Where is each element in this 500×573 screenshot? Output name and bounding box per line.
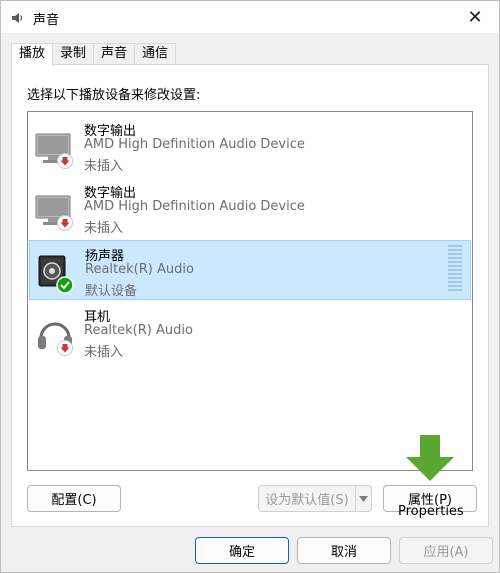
green-down-arrow-icon — [406, 435, 454, 481]
device-description: AMD High Definition Audio Device — [84, 137, 305, 152]
tab-sounds[interactable]: 声音 — [93, 43, 136, 65]
green-check-badge — [56, 276, 74, 294]
device-status: 未插入 — [84, 159, 124, 174]
set-default-button[interactable]: 设为默认值(S) — [258, 485, 356, 512]
title-bar: 声音 ✕ — [1, 1, 499, 33]
close-button[interactable]: ✕ — [455, 1, 495, 33]
ok-button[interactable]: 确定 — [195, 537, 289, 564]
tab-communications[interactable]: 通信 — [134, 43, 177, 65]
window-title: 声音 — [33, 13, 60, 28]
monitor-icon — [35, 133, 73, 169]
device-item[interactable]: 耳机 Realtek(R) Audio 未插入 — [29, 302, 471, 362]
apply-button[interactable]: 应用(A) — [399, 537, 493, 564]
device-list[interactable]: 数字输出 AMD High Definition Audio Device 未插… — [27, 111, 473, 471]
device-item[interactable]: 数字输出 AMD High Definition Audio Device 未插… — [29, 178, 471, 238]
device-status: 默认设备 — [85, 284, 138, 299]
red-down-arrow-badge — [57, 340, 73, 356]
speaker-icon — [12, 13, 23, 23]
instruction-text: 选择以下播放设备来修改设置: — [27, 88, 201, 103]
tab-playback[interactable]: 播放 — [11, 43, 54, 66]
monitor-icon — [35, 195, 73, 231]
device-description: AMD High Definition Audio Device — [84, 199, 305, 214]
cancel-button[interactable]: 取消 — [297, 537, 391, 564]
speaker-icon — [38, 255, 74, 294]
set-default-dropdown[interactable] — [355, 485, 372, 512]
device-item[interactable]: 数字输出 AMD High Definition Audio Device 未插… — [29, 116, 471, 176]
close-icon: ✕ — [467, 6, 483, 28]
headphones-icon — [38, 322, 73, 356]
red-down-arrow-badge — [57, 153, 73, 169]
device-description: Realtek(R) Audio — [84, 323, 193, 338]
device-status: 未插入 — [84, 221, 124, 236]
sound-dialog: 声音 ✕ 播放 录制 声音 通信 选择以下播放设备来修改设置: 数字输出 AMD… — [0, 0, 500, 573]
device-description: Realtek(R) Audio — [85, 262, 194, 277]
set-default-split-button[interactable]: 设为默认值(S) — [258, 485, 372, 512]
red-down-arrow-badge — [57, 215, 73, 231]
properties-annotation: Properties — [398, 504, 464, 519]
device-status: 未插入 — [84, 345, 124, 360]
tab-bar: 播放 录制 声音 通信 — [11, 43, 177, 66]
tab-recording[interactable]: 录制 — [52, 43, 95, 65]
device-item-selected[interactable]: 扬声器 Realtek(R) Audio 默认设备 — [29, 240, 471, 300]
volume-level-meter — [448, 245, 462, 291]
configure-button[interactable]: 配置(C) — [27, 485, 121, 512]
chevron-down-icon — [359, 495, 368, 502]
